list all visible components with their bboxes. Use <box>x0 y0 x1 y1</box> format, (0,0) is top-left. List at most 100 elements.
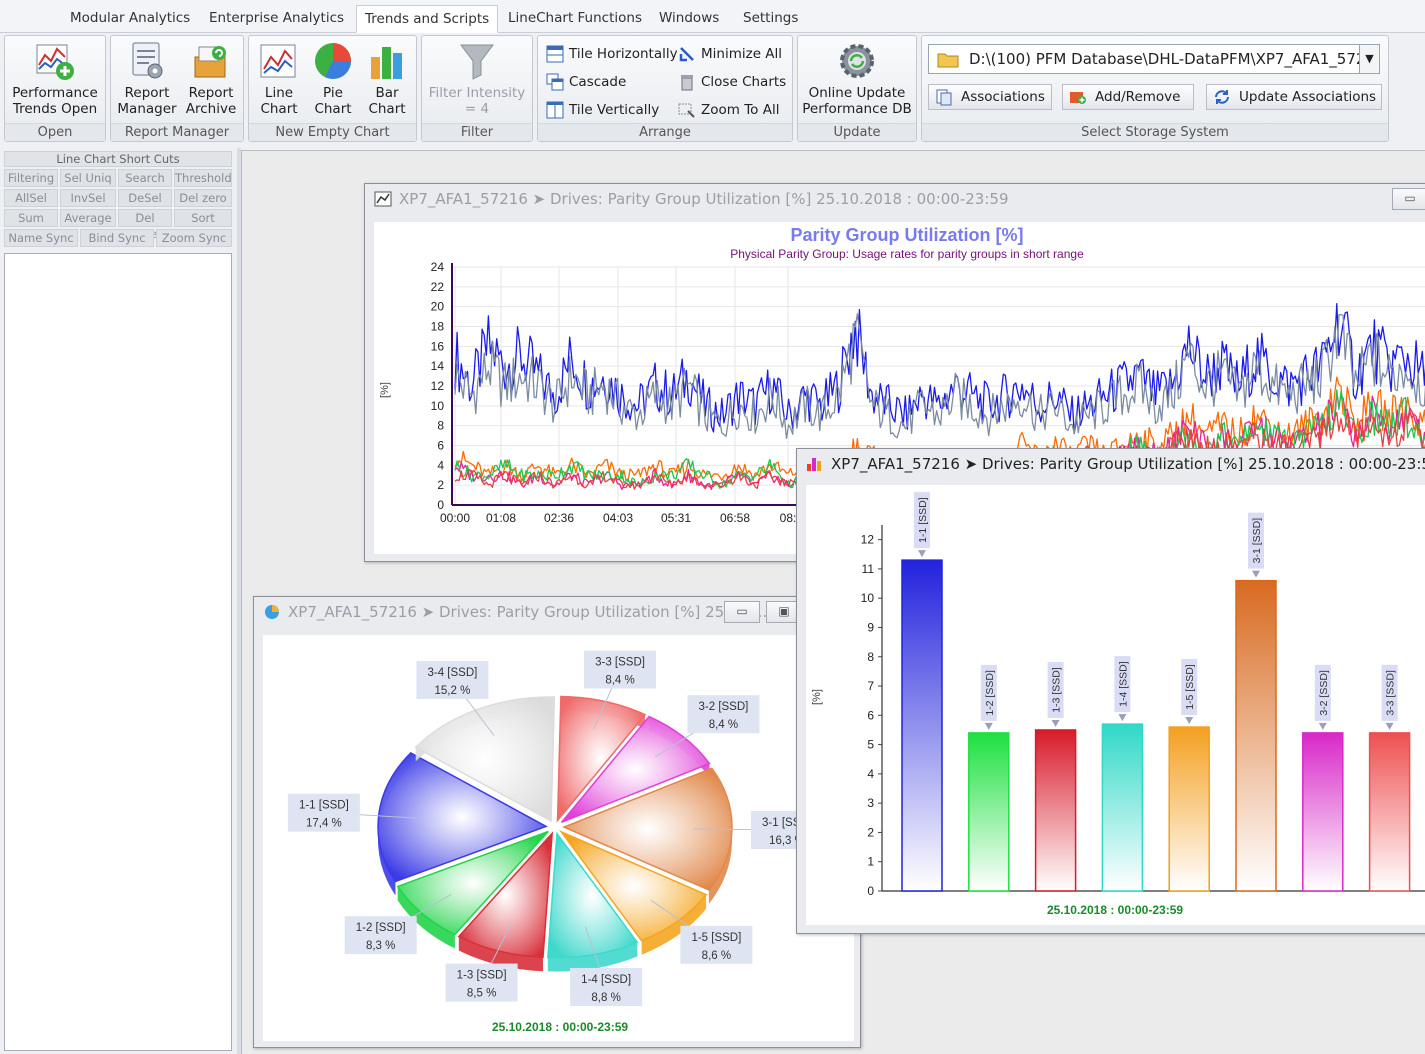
bar-chart-ytick: 4 <box>867 767 874 781</box>
pie-chart-icon <box>315 43 351 79</box>
line-chart-series-2 <box>454 313 1425 439</box>
shortcut-desel-button[interactable]: DeSel <box>118 189 172 207</box>
line-chart-button[interactable]: Line Chart <box>253 39 305 121</box>
associations-button[interactable]: Associations <box>928 84 1052 110</box>
report-archive-button[interactable]: Report Archive <box>181 39 241 121</box>
line-window-minimize-button[interactable]: ▭ <box>1392 188 1425 210</box>
filter-intensity-label-1: Filter Intensity <box>428 85 526 101</box>
menu-bar: Modular Analytics Enterprise Analytics T… <box>0 0 1425 33</box>
bar-3-1ssd[interactable] <box>1235 579 1277 892</box>
shortcut-zoom-sync-button[interactable]: Zoom Sync <box>156 229 232 247</box>
pie-window-minimize-button[interactable]: ▭ <box>724 601 760 623</box>
filter-intensity-button[interactable]: Filter Intensity = 4 <box>424 39 530 121</box>
line-chart-subtitle: Physical Parity Group: Usage rates for p… <box>730 247 1084 261</box>
bar-label: 3-2 [SSD] <box>1318 670 1330 716</box>
pie-label-category: 3-3 [SSD] <box>595 657 645 669</box>
associations-icon <box>936 89 952 106</box>
storage-path-value: D:\(100) PFM Database\DHL-DataPFM\XP7_AF… <box>969 50 1380 68</box>
bar-chart-label-1: Bar <box>375 85 399 101</box>
shortcut-del-unsel-button[interactable]: Del unsel <box>118 209 172 241</box>
menu-tab-settings[interactable]: Settings <box>735 5 806 33</box>
shortcut-sort-button[interactable]: Sort <box>174 209 232 227</box>
chevron-down-icon[interactable]: ▼ <box>1359 45 1379 73</box>
ribbon-group-update-label: Update <box>798 123 916 141</box>
pie-label-category: 1-3 [SSD] <box>457 970 507 982</box>
shortcut-threshold-button[interactable]: Threshold <box>174 169 232 187</box>
bar-label: 3-3 [SSD] <box>1385 670 1397 716</box>
ribbon-group-report-manager-label: Report Manager <box>111 123 243 141</box>
bar-label-pointer <box>1185 717 1194 725</box>
line-chart-xtick: 04:03 <box>603 511 633 525</box>
minimize-all-button[interactable]: Minimize All <box>678 42 782 66</box>
add-remove-button[interactable]: Add/Remove <box>1062 84 1194 110</box>
online-update-button[interactable]: Online Update Performance DB <box>800 39 914 121</box>
filter-intensity-label-2: = 4 <box>464 101 490 117</box>
bar-chart-window[interactable]: XP7_AFA1_57216 ➤ Drives: Parity Group Ut… <box>796 448 1425 934</box>
cascade-icon <box>546 73 564 91</box>
pie-chart-plot-area: 25.10.2018 : 00:00-23:59 3-3 [SSD] 8,4 % 3… <box>263 635 854 1041</box>
performance-trends-open-button[interactable]: Performance Trends Open <box>7 39 103 121</box>
ribbon-group-arrange: Tile Horizontally Cascade Tile Verticall… <box>537 35 793 142</box>
bar-1-2ssd[interactable] <box>968 732 1010 892</box>
line-chart-ytick: 2 <box>437 478 444 492</box>
series-list[interactable] <box>4 253 232 1051</box>
shortcut-search-button[interactable]: Search <box>118 169 172 187</box>
bar-1-4ssd[interactable] <box>1101 723 1144 892</box>
shortcut-filtering-button[interactable]: Filtering <box>4 169 58 187</box>
menu-tab-trends-and-scripts[interactable]: Trends and Scripts <box>356 5 499 33</box>
menu-tab-windows[interactable]: Windows <box>651 5 727 33</box>
shortcut-average-button[interactable]: Average <box>60 209 116 227</box>
pie-chart-button[interactable]: Pie Chart <box>307 39 359 121</box>
ribbon-group-update: Online Update Performance DB Update <box>797 35 917 142</box>
zoom-to-all-button[interactable]: Zoom To All <box>678 98 779 122</box>
bar-label: 1-3 [SSD] <box>1051 667 1063 713</box>
line-chart-ylabel: [%] <box>379 382 391 398</box>
folder-icon <box>937 53 959 67</box>
bar-1-1ssd[interactable] <box>901 559 943 892</box>
ribbon-group-open: Performance Trends Open Open <box>4 35 106 142</box>
shortcut-sum-button[interactable]: Sum <box>4 209 58 227</box>
line-chart-label-1: Line <box>264 85 294 101</box>
pie-label-category: 1-1 [SSD] <box>299 800 349 812</box>
bar-1-5ssd[interactable] <box>1168 726 1210 892</box>
shortcut-name-sync-button[interactable]: Name Sync <box>4 229 78 247</box>
shortcut-sel-uniq-button[interactable]: Sel Uniq <box>60 169 116 187</box>
shortcut-invsel-button[interactable]: InvSel <box>60 189 116 207</box>
shortcut-allsel-button[interactable]: AllSel <box>4 189 58 207</box>
bar-3-3ssd[interactable] <box>1368 732 1411 892</box>
report-manager-button[interactable]: Report Manager <box>115 39 179 121</box>
menu-tab-modular-analytics[interactable]: Modular Analytics <box>62 5 198 33</box>
line-chart-xtick: 01:08 <box>486 511 516 525</box>
bar-1-3ssd[interactable] <box>1034 729 1077 892</box>
tile-horizontally-icon <box>546 45 564 63</box>
line-chart-ytick: 24 <box>431 260 445 274</box>
tile-horizontally-button[interactable]: Tile Horizontally <box>546 42 678 66</box>
line-chart-xtick: 00:00 <box>440 511 470 525</box>
shortcut-bind-sync-button[interactable]: Bind Sync <box>80 229 154 247</box>
bar-chart-window-title: XP7_AFA1_57216 ➤ Drives: Parity Group Ut… <box>831 455 1425 473</box>
report-manager-label-2: Manager <box>117 101 177 117</box>
line-chart-ytick: 14 <box>431 359 445 373</box>
bar-3-2ssd[interactable] <box>1302 732 1344 892</box>
add-remove-label: Add/Remove <box>1095 89 1181 105</box>
storage-path-dropdown[interactable]: D:\(100) PFM Database\DHL-DataPFM\XP7_AF… <box>928 44 1380 74</box>
close-charts-button[interactable]: Close Charts <box>678 70 786 94</box>
shortcut-del-zero-button[interactable]: Del zero <box>174 189 232 207</box>
menu-tab-enterprise-analytics[interactable]: Enterprise Analytics <box>201 5 352 33</box>
pie-chart-window[interactable]: XP7_AFA1_57216 ➤ Drives: Parity Group Ut… <box>253 596 861 1048</box>
tile-horizontally-label: Tile Horizontally <box>569 46 678 62</box>
cascade-label: Cascade <box>569 74 627 90</box>
bar-chart-button[interactable]: Bar Chart <box>361 39 413 121</box>
bar-chart-label-2: Chart <box>368 101 406 117</box>
bar-chart-icon <box>371 47 402 79</box>
pie-label-value: 8,4 % <box>605 675 634 687</box>
tile-vertically-button[interactable]: Tile Vertically <box>546 98 659 122</box>
update-associations-button[interactable]: Update Associations <box>1206 84 1382 110</box>
bar-label: 1-4 [SSD] <box>1117 661 1129 707</box>
cascade-button[interactable]: Cascade <box>546 70 626 94</box>
bar-chart: [%] 25.10.2018 : 00:00-23:59 01234567891… <box>811 492 1425 917</box>
bar-chart-ytick: 8 <box>867 650 874 664</box>
menu-tab-linechart-functions[interactable]: LineChart Functions <box>500 5 650 33</box>
add-remove-icon <box>1070 92 1086 104</box>
line-chart-title: Parity Group Utilization [%] <box>790 225 1023 245</box>
